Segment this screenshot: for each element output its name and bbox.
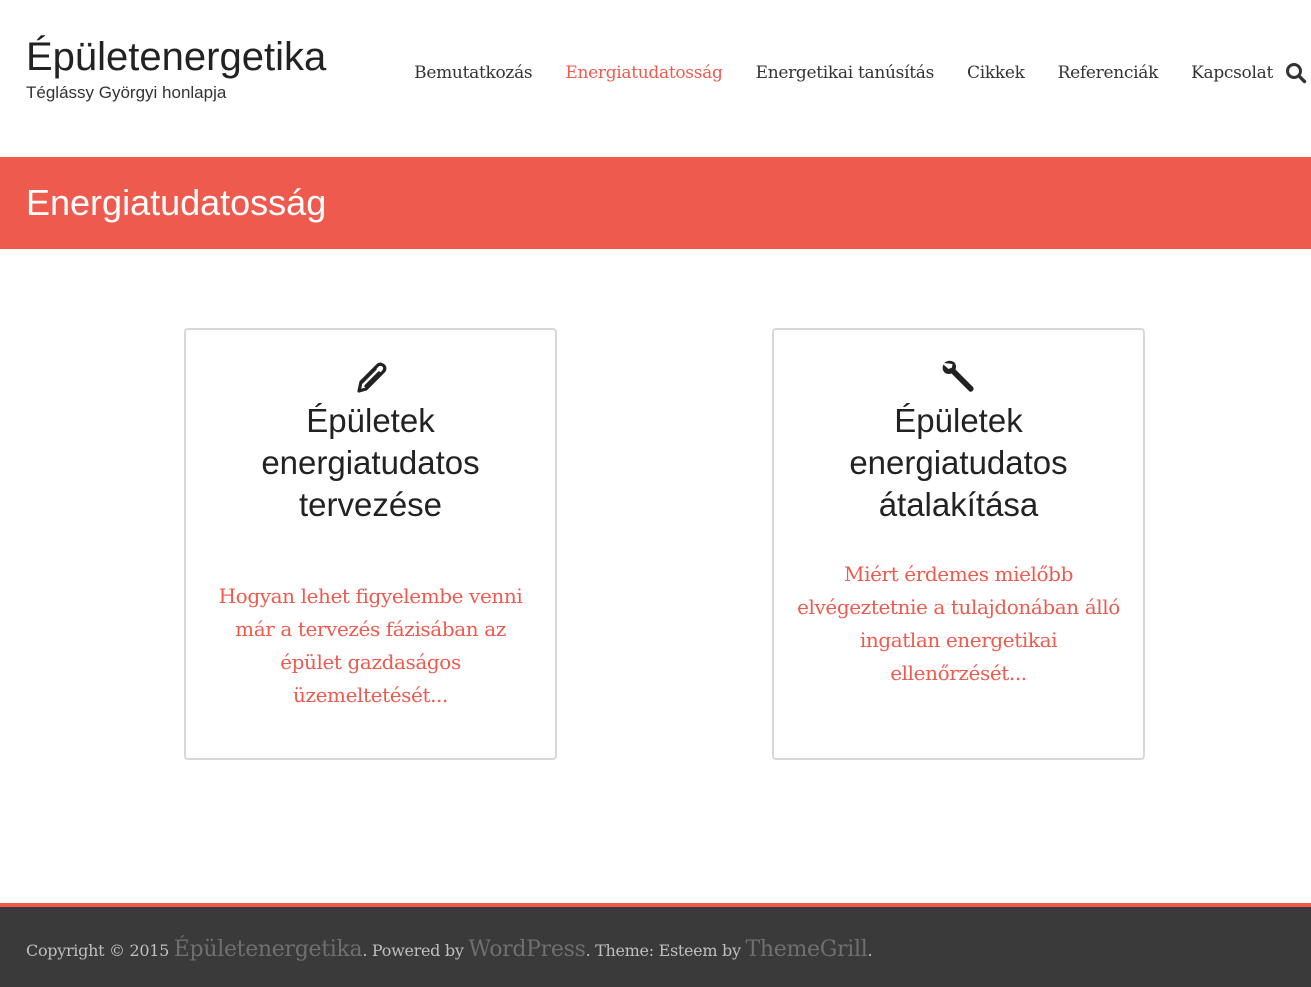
card-text[interactable]: Miért érdemes mielőbb elvégeztetnie a tu… bbox=[792, 558, 1125, 690]
branding: Épületenergetika Téglássy Györgyi honlap… bbox=[26, 34, 326, 103]
footer-copyright: Copyright © 2015 Épületenergetika. Power… bbox=[26, 937, 873, 962]
card-text[interactable]: Hogyan lehet figyelembe venni már a terv… bbox=[204, 580, 537, 712]
page-title: Energiatudatosság bbox=[26, 182, 327, 223]
footer-site-link[interactable]: Épületenergetika bbox=[174, 937, 363, 962]
pencil-icon bbox=[186, 358, 555, 396]
main-navigation: Bemutatkozás Energiatudatosság Energetik… bbox=[414, 60, 1311, 86]
footer-suffix: . bbox=[867, 941, 873, 960]
nav-item-energiatudatossag[interactable]: Energiatudatosság bbox=[565, 63, 723, 83]
search-icon[interactable] bbox=[1285, 60, 1311, 86]
card-title[interactable]: Épületek energiatudatos tervezése bbox=[206, 400, 535, 526]
site-footer: Copyright © 2015 Épületenergetika. Power… bbox=[0, 907, 1311, 987]
page-title-bar: Energiatudatosság bbox=[0, 157, 1311, 249]
site-header: Épületenergetika Téglássy Györgyi honlap… bbox=[0, 0, 1311, 157]
nav-item-kapcsolat[interactable]: Kapcsolat bbox=[1191, 63, 1273, 83]
service-card-renovation[interactable]: Épületek energiatudatos átalakítása Miér… bbox=[772, 328, 1145, 760]
nav-item-bemutatkozas[interactable]: Bemutatkozás bbox=[414, 63, 532, 83]
wrench-icon bbox=[774, 358, 1143, 396]
footer-wordpress-link[interactable]: WordPress bbox=[468, 937, 585, 962]
nav-item-referenciak[interactable]: Referenciák bbox=[1058, 63, 1159, 83]
footer-themegrill-link[interactable]: ThemeGrill bbox=[746, 937, 868, 962]
nav-item-energetikai-tanusitas[interactable]: Energetikai tanúsítás bbox=[756, 63, 935, 83]
site-title[interactable]: Épületenergetika bbox=[26, 34, 326, 80]
theme-text: . Theme: Esteem by bbox=[585, 941, 741, 960]
powered-by-text: . Powered by bbox=[362, 941, 464, 960]
copyright-prefix: Copyright © 2015 bbox=[26, 941, 169, 960]
nav-item-cikkek[interactable]: Cikkek bbox=[967, 63, 1025, 83]
site-description: Téglássy Györgyi honlapja bbox=[26, 83, 227, 102]
card-title[interactable]: Épületek energiatudatos átalakítása bbox=[794, 400, 1123, 526]
service-card-design[interactable]: Épületek energiatudatos tervezése Hogyan… bbox=[184, 328, 557, 760]
